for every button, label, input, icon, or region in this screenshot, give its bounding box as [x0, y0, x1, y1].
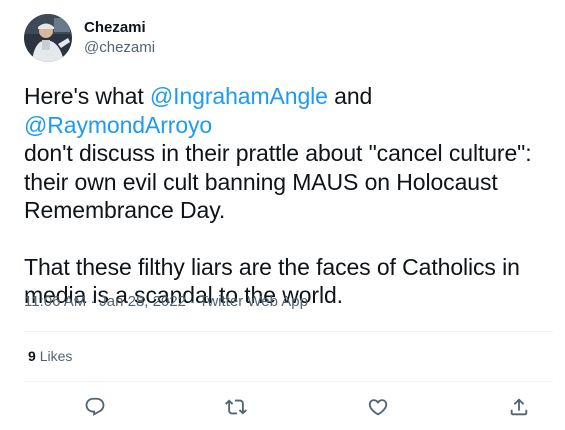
- likes-count: 9: [28, 348, 36, 364]
- tweet-source[interactable]: Twitter Web App: [199, 292, 308, 312]
- avatar-image: [24, 14, 72, 62]
- retweet-icon: [225, 399, 247, 415]
- mention-link[interactable]: @IngrahamAngle: [150, 83, 328, 109]
- tweet-paragraph-1: Here's what @IngrahamAngle and @RaymondA…: [24, 82, 554, 225]
- tweet-time[interactable]: 11:06 AM: [24, 292, 86, 312]
- tweet-header: Chezami @chezami: [24, 14, 155, 62]
- mention-link[interactable]: @RaymondArroyo: [24, 112, 212, 138]
- likes-label: Likes: [39, 348, 73, 364]
- meta-separator: ·: [90, 293, 96, 310]
- author-display-name[interactable]: Chezami: [84, 18, 155, 38]
- avatar[interactable]: [24, 14, 72, 62]
- tweet-card: Chezami @chezami Here's what @IngrahamAn…: [0, 0, 565, 430]
- author-handle[interactable]: @chezami: [84, 38, 155, 58]
- tweet-text-segment: and: [327, 83, 373, 109]
- tweet-text: Here's what @IngrahamAngle and @RaymondA…: [24, 82, 554, 310]
- likes-stat[interactable]: 9 Likes: [28, 346, 72, 366]
- tweet-date[interactable]: Jan 28, 2022: [99, 292, 186, 312]
- meta-separator: ·: [190, 293, 196, 310]
- retweet-button[interactable]: [222, 393, 250, 421]
- share-button[interactable]: [505, 393, 533, 421]
- action-bar: [0, 393, 565, 421]
- share-icon: [510, 398, 528, 416]
- like-button[interactable]: [364, 393, 392, 421]
- divider: [24, 381, 553, 382]
- author-names: Chezami @chezami: [84, 18, 155, 58]
- heart-icon: [368, 399, 388, 416]
- tweet-meta: 11:06 AM · Jan 28, 2022 · Twitter Web Ap…: [24, 292, 308, 312]
- divider: [24, 331, 553, 332]
- reply-button[interactable]: [81, 393, 109, 421]
- reply-icon: [85, 397, 105, 416]
- tweet-text-segment: Here's what: [24, 83, 150, 109]
- tweet-text-segment: don't discuss in their prattle about "ca…: [24, 140, 532, 223]
